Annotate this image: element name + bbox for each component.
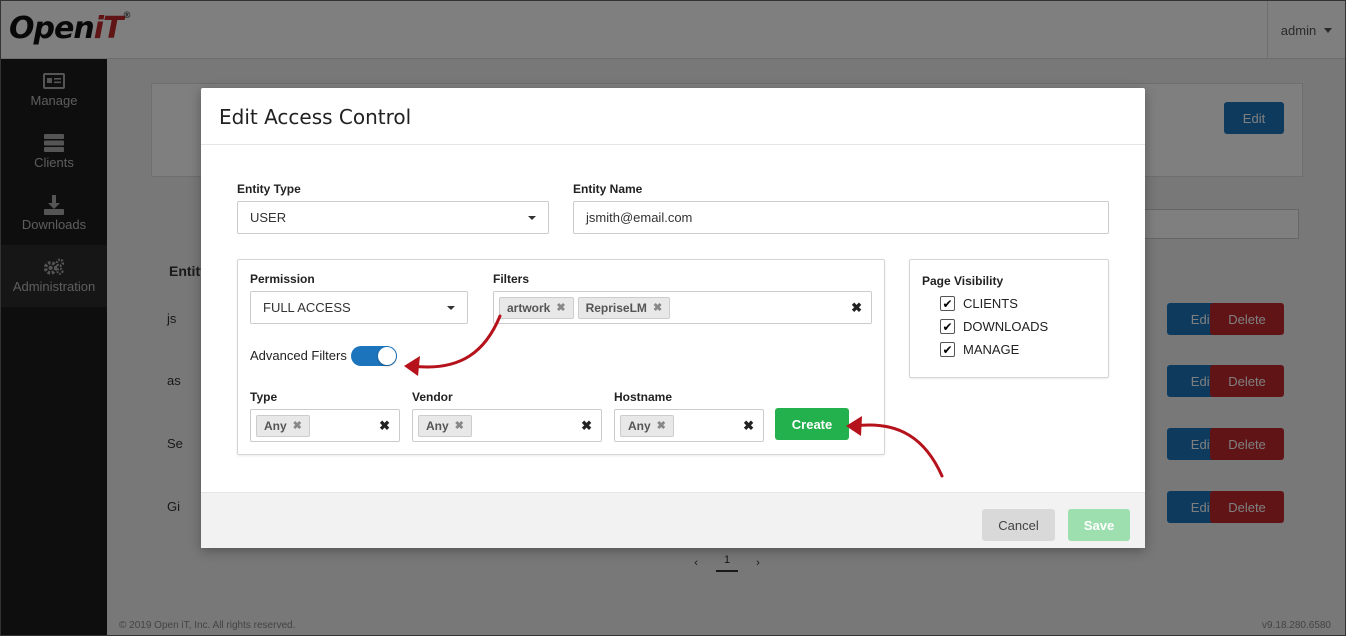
visibility-clients-checkbox[interactable]: ✔ CLIENTS <box>940 296 1018 311</box>
visibility-manage-checkbox[interactable]: ✔ MANAGE <box>940 342 1019 357</box>
remove-icon[interactable]: ✖ <box>455 419 464 432</box>
modal-footer: Cancel Save <box>201 492 1145 548</box>
hostname-multiselect[interactable]: Any ✖ ✖ <box>614 409 764 442</box>
checkbox-checked-icon[interactable]: ✔ <box>940 296 955 311</box>
filters-multiselect[interactable]: artwork ✖ RepriseLM ✖ ✖ <box>493 291 872 324</box>
checkbox-label: CLIENTS <box>963 296 1018 311</box>
remove-icon[interactable]: ✖ <box>657 419 666 432</box>
cancel-button[interactable]: Cancel <box>982 509 1055 541</box>
hostname-tag[interactable]: Any ✖ <box>620 414 674 437</box>
entity-type-value: USER <box>250 210 287 225</box>
checkbox-label: DOWNLOADS <box>963 319 1049 334</box>
permission-label: Permission <box>250 272 315 286</box>
hostname-tag-label: Any <box>628 418 651 433</box>
modal-title: Edit Access Control <box>219 105 412 129</box>
toggle-knob <box>378 347 396 365</box>
filter-tag-label: artwork <box>507 300 551 315</box>
vendor-tag-label: Any <box>426 418 449 433</box>
type-multiselect[interactable]: Any ✖ ✖ <box>250 409 400 442</box>
advanced-filters-toggle[interactable] <box>351 346 397 366</box>
filter-tag[interactable]: artwork ✖ <box>499 296 574 319</box>
permission-value: FULL ACCESS <box>263 300 351 315</box>
clear-icon[interactable]: ✖ <box>743 418 754 434</box>
entity-type-label: Entity Type <box>237 182 301 196</box>
remove-icon[interactable]: ✖ <box>556 301 565 314</box>
clear-icon[interactable]: ✖ <box>379 418 390 434</box>
hostname-label: Hostname <box>614 390 673 404</box>
entity-type-select[interactable]: USER <box>237 201 549 234</box>
remove-icon[interactable]: ✖ <box>653 301 662 314</box>
permission-select[interactable]: FULL ACCESS <box>250 291 468 324</box>
visibility-downloads-checkbox[interactable]: ✔ DOWNLOADS <box>940 319 1048 334</box>
clear-icon[interactable]: ✖ <box>851 300 862 316</box>
filter-tag[interactable]: RepriseLM ✖ <box>577 296 671 319</box>
advanced-filters-label: Advanced Filters <box>250 348 347 363</box>
modal-header: Edit Access Control <box>201 88 1145 145</box>
caret-down-icon <box>528 215 536 220</box>
entity-name-input[interactable]: jsmith@email.com <box>573 201 1109 234</box>
vendor-multiselect[interactable]: Any ✖ ✖ <box>412 409 602 442</box>
entity-name-label: Entity Name <box>573 182 643 196</box>
type-tag[interactable]: Any ✖ <box>256 414 310 437</box>
checkbox-checked-icon[interactable]: ✔ <box>940 342 955 357</box>
checkbox-checked-icon[interactable]: ✔ <box>940 319 955 334</box>
filter-tag-label: RepriseLM <box>585 300 647 315</box>
vendor-tag[interactable]: Any ✖ <box>418 414 472 437</box>
edit-access-control-dialog: Edit Access Control Entity Type USER Ent… <box>201 88 1145 548</box>
create-button[interactable]: Create <box>775 408 849 440</box>
checkbox-label: MANAGE <box>963 342 1020 357</box>
save-button[interactable]: Save <box>1068 509 1130 541</box>
page-visibility-title: Page Visibility <box>922 274 1004 288</box>
type-label: Type <box>250 390 278 404</box>
vendor-label: Vendor <box>412 390 453 404</box>
type-tag-label: Any <box>264 418 287 433</box>
caret-down-icon <box>447 305 455 310</box>
clear-icon[interactable]: ✖ <box>581 418 592 434</box>
remove-icon[interactable]: ✖ <box>293 419 302 432</box>
filters-label: Filters <box>493 272 530 286</box>
page-visibility-panel: Page Visibility ✔ CLIENTS ✔ DOWNLOADS ✔ … <box>909 259 1109 378</box>
